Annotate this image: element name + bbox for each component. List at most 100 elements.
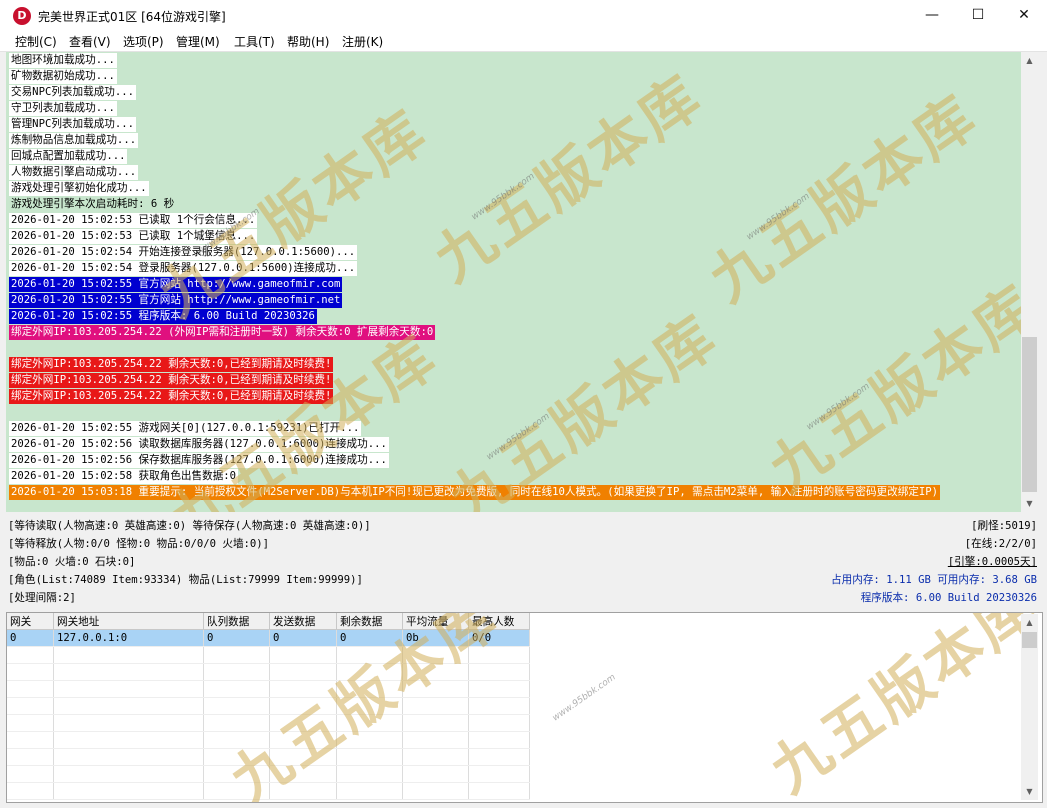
column-header[interactable]: 网关地址 bbox=[53, 613, 204, 630]
scroll-up-arrow-icon[interactable]: ▲ bbox=[1021, 52, 1038, 69]
empty-row bbox=[7, 782, 530, 800]
log-line: 游戏处理引擎初始化成功... bbox=[9, 181, 149, 196]
column-header[interactable]: 最高人数 bbox=[468, 613, 530, 630]
log-line: 绑定外网IP:103.205.254.22 剩余天数:0,已经到期请及时续费! bbox=[9, 389, 334, 404]
status-left-line: [等待读取(人物高速:0 英雄高速:0) 等待保存(人物高速:0 英雄高速:0)… bbox=[8, 520, 371, 532]
status-panel: [等待读取(人物高速:0 英雄高速:0) 等待保存(人物高速:0 英雄高速:0)… bbox=[6, 516, 1041, 608]
empty-cell bbox=[402, 765, 469, 783]
log-line: 矿物数据初始成功... bbox=[9, 69, 117, 84]
empty-cell bbox=[203, 680, 270, 698]
menu-bar: 控制(C) 查看(V) 选项(P) 管理(M) 工具(T) 帮助(H) 注册(K… bbox=[0, 31, 1047, 52]
table-cell: 0/0 bbox=[468, 629, 530, 647]
log-line: 2026-01-20 15:02:55 游戏网关[0](127.0.0.1:59… bbox=[9, 421, 362, 436]
engine-days: [引擎:0.0005天] bbox=[947, 556, 1037, 568]
empty-row bbox=[7, 646, 530, 664]
empty-cell bbox=[7, 765, 54, 783]
log-line: 2026-01-20 15:02:55 程序版本: 6.00 Build 202… bbox=[9, 309, 317, 324]
online-count: [在线:2/2/0] bbox=[964, 538, 1037, 550]
scroll-up-arrow-icon[interactable]: ▲ bbox=[1021, 614, 1038, 631]
menu-control[interactable]: 控制(C) bbox=[15, 33, 57, 50]
watermark-url: www.95bbk.com bbox=[804, 381, 872, 433]
empty-cell bbox=[269, 714, 337, 732]
log-line: 2026-01-20 15:03:18 重要提示: 当前授权文件(M2Serve… bbox=[9, 485, 941, 500]
empty-cell bbox=[53, 646, 204, 664]
empty-cell bbox=[269, 765, 337, 783]
log-scroll-thumb[interactable] bbox=[1022, 337, 1037, 492]
column-header[interactable]: 发送数据 bbox=[269, 613, 337, 630]
watermark-text: 九五版本库 bbox=[437, 301, 731, 512]
menu-view[interactable]: 查看(V) bbox=[69, 33, 111, 50]
log-line: 2026-01-20 15:02:54 登录服务器(127.0.0.1:5600… bbox=[9, 261, 358, 276]
log-panel[interactable]: 2026-01-20 15:03:18 重要提示: 当前授权文件(M2Serve… bbox=[6, 52, 1021, 512]
menu-tools[interactable]: 工具(T) bbox=[234, 33, 275, 50]
scroll-down-arrow-icon[interactable]: ▼ bbox=[1021, 495, 1038, 512]
menu-options[interactable]: 选项(P) bbox=[123, 33, 164, 50]
empty-row bbox=[7, 731, 530, 749]
log-line: 回城点配置加载成功... bbox=[9, 149, 128, 164]
empty-cell bbox=[402, 748, 469, 766]
empty-cell bbox=[53, 782, 204, 800]
empty-row bbox=[7, 663, 530, 681]
gateway-grid[interactable]: 网关 网关地址 队列数据 发送数据 剩余数据 平均流量 最高人数 0 127.0.… bbox=[6, 612, 1043, 803]
table-cell: 0 bbox=[7, 629, 54, 647]
log-line: 交易NPC列表加载成功... bbox=[9, 85, 137, 100]
empty-row bbox=[7, 765, 530, 783]
table-cell: 0 bbox=[269, 629, 337, 647]
maximize-button[interactable]: ☐ bbox=[955, 0, 1001, 31]
empty-cell bbox=[203, 697, 270, 715]
log-line: 2026-01-20 15:02:54 开始连接登录服务器(127.0.0.1:… bbox=[9, 245, 358, 260]
empty-cell bbox=[53, 765, 204, 783]
watermark-url: www.95bbk.com bbox=[484, 411, 552, 463]
table-row[interactable]: 0 127.0.0.1:0 0 0 0 0b 0/0 bbox=[7, 629, 530, 647]
empty-cell bbox=[402, 680, 469, 698]
empty-cell bbox=[468, 697, 530, 715]
empty-cell bbox=[468, 765, 530, 783]
empty-cell bbox=[336, 765, 403, 783]
title-bar[interactable]: D 完美世界正式01区 [64位游戏引擎] — ☐ ✕ bbox=[0, 0, 1047, 31]
column-header[interactable]: 队列数据 bbox=[203, 613, 270, 630]
empty-cell bbox=[53, 697, 204, 715]
column-header[interactable]: 剩余数据 bbox=[336, 613, 403, 630]
empty-row bbox=[7, 748, 530, 766]
empty-cell bbox=[402, 663, 469, 681]
log-scrollbar[interactable]: ▲ ▼ bbox=[1021, 52, 1038, 512]
empty-cell bbox=[468, 646, 530, 664]
close-button[interactable]: ✕ bbox=[1001, 0, 1047, 31]
watermark-text: 九五版本库 bbox=[422, 61, 716, 295]
log-line: 2026-01-20 15:02:56 读取数据库服务器(127.0.0.1:6… bbox=[9, 437, 389, 452]
scroll-down-arrow-icon[interactable]: ▼ bbox=[1021, 783, 1038, 800]
grid-scroll-thumb[interactable] bbox=[1022, 632, 1037, 648]
empty-cell bbox=[203, 714, 270, 732]
empty-row bbox=[7, 680, 530, 698]
app-icon[interactable]: D bbox=[13, 7, 31, 25]
menu-help[interactable]: 帮助(H) bbox=[287, 33, 329, 50]
log-line: 2026-01-20 15:02:55 官方网站 http://www.game… bbox=[9, 277, 343, 292]
empty-cell bbox=[269, 680, 337, 698]
log-line: 绑定外网IP:103.205.254.22 剩余天数:0,已经到期请及时续费! bbox=[9, 373, 334, 388]
empty-cell bbox=[7, 782, 54, 800]
empty-cell bbox=[53, 748, 204, 766]
column-header[interactable]: 网关 bbox=[7, 613, 54, 630]
menu-manage[interactable]: 管理(M) bbox=[176, 33, 220, 50]
status-left-line: [等待释放(人物:0/0 怪物:0 物品:0/0/0 火墙:0)] bbox=[8, 538, 270, 550]
log-line: 2026-01-20 15:02:55 官方网站 http://www.game… bbox=[9, 293, 343, 308]
table-cell: 127.0.0.1:0 bbox=[53, 629, 204, 647]
empty-cell bbox=[269, 646, 337, 664]
menu-register[interactable]: 注册(K) bbox=[342, 33, 383, 50]
empty-cell bbox=[53, 663, 204, 681]
empty-cell bbox=[336, 663, 403, 681]
empty-cell bbox=[336, 680, 403, 698]
empty-cell bbox=[269, 782, 337, 800]
log-line: 2026-01-20 15:02:56 保存数据库服务器(127.0.0.1:6… bbox=[9, 453, 389, 468]
empty-cell bbox=[402, 646, 469, 664]
grid-scrollbar[interactable]: ▲ ▼ bbox=[1021, 614, 1038, 800]
minimize-button[interactable]: — bbox=[909, 0, 955, 31]
empty-cell bbox=[468, 680, 530, 698]
empty-cell bbox=[336, 748, 403, 766]
log-line: 2026-01-20 15:02:58 获取角色出售数据:0 bbox=[9, 469, 239, 484]
column-header[interactable]: 平均流量 bbox=[402, 613, 469, 630]
table-cell: 0 bbox=[336, 629, 403, 647]
table-header-row: 网关 网关地址 队列数据 发送数据 剩余数据 平均流量 最高人数 bbox=[7, 613, 530, 630]
empty-row bbox=[7, 697, 530, 715]
empty-cell bbox=[269, 663, 337, 681]
